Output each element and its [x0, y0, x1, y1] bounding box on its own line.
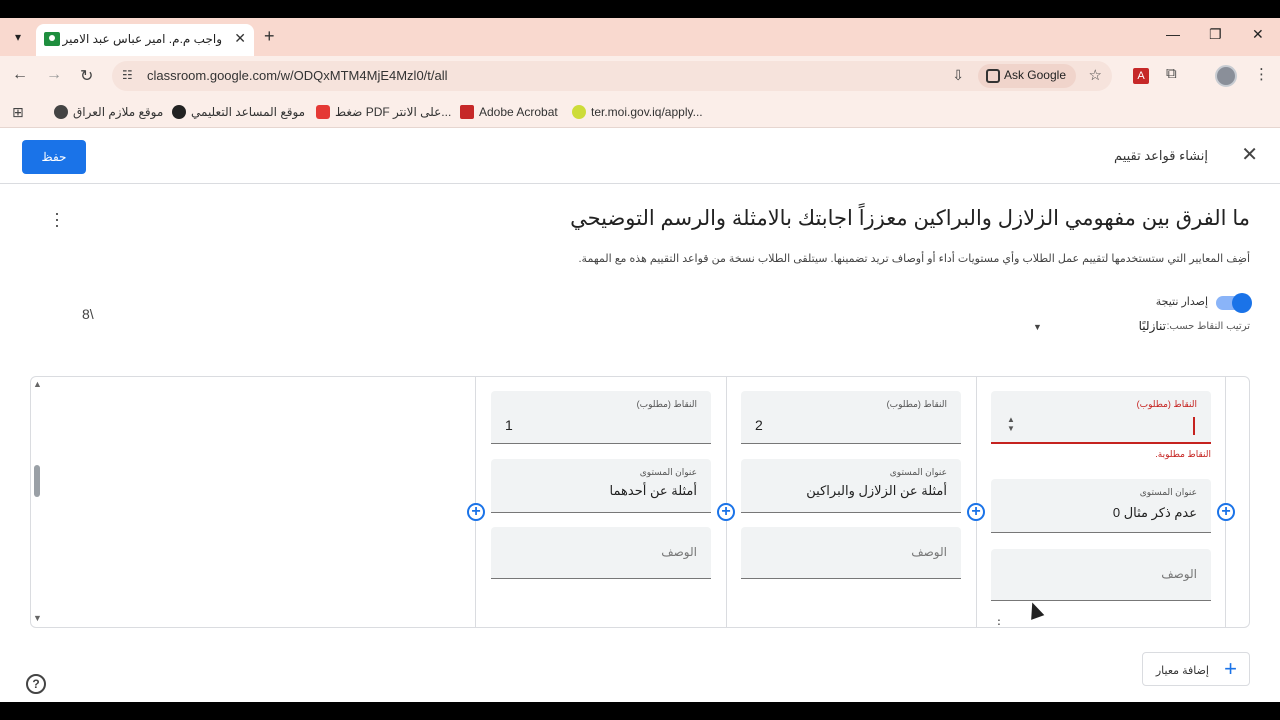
sort-select-value[interactable]: تنازليًا: [1139, 319, 1166, 333]
browser-toolbar: ← → ↻ ☷ classroom.google.com/w/ODQxMTM4M…: [0, 56, 1280, 96]
browser-menu-icon[interactable]: ⋮: [1254, 65, 1269, 83]
description-placeholder: الوصف: [661, 545, 697, 559]
profile-avatar[interactable]: [1215, 65, 1237, 87]
restore-icon[interactable]: ❐: [1209, 26, 1222, 43]
bookmark-star-icon[interactable]: ☆: [1089, 66, 1102, 84]
site-info-icon[interactable]: ☷: [122, 68, 133, 82]
url-text[interactable]: classroom.google.com/w/ODQxMTM4MjE4Mzl0/…: [147, 68, 448, 83]
points-label: النقاط (مطلوب): [886, 399, 947, 409]
points-error: النقاط مطلوبة.: [1155, 449, 1211, 459]
active-tab[interactable]: واجب م.م. امير عباس عبد الامير ✕: [36, 24, 254, 56]
column-divider: [726, 377, 727, 627]
level-title-label: عنوان المستوى: [889, 467, 947, 477]
level-title-field[interactable]: عنوان المستوى أمثلة عن الزلازل والبراكين: [741, 459, 961, 513]
rubric-header: حفظ إنشاء قواعد تقييم ✕: [0, 128, 1280, 184]
text-caret: [1193, 417, 1195, 435]
bookmark-item[interactable]: موقع ملازم العراق: [54, 105, 163, 119]
level-description-field[interactable]: الوصف: [991, 549, 1211, 601]
points-field[interactable]: النقاط (مطلوب) ▲ ▼: [991, 391, 1211, 444]
add-level-icon[interactable]: +: [967, 503, 985, 521]
address-bar[interactable]: ☷ classroom.google.com/w/ODQxMTM4MjE4Mzl…: [112, 61, 1112, 91]
level-title-value: عدم ذكر مثال 0: [1112, 505, 1197, 520]
criterion-description: أضِف المعايير التي ستستخدمها لتقييم عمل …: [578, 253, 1251, 265]
minimize-icon[interactable]: —: [1166, 26, 1180, 42]
criterion-score: 8\: [82, 306, 94, 322]
scrollbar-thumb[interactable]: [34, 465, 40, 497]
classroom-favicon-icon: [44, 32, 60, 46]
site-icon: [172, 105, 186, 119]
level-more-icon[interactable]: · ·: [995, 612, 1003, 630]
acrobat-icon: [460, 105, 474, 119]
points-label: النقاط (مطلوب): [1136, 399, 1197, 409]
dropdown-arrow-icon[interactable]: ▼: [1033, 322, 1042, 332]
help-icon[interactable]: ?: [26, 674, 46, 694]
points-field[interactable]: النقاط (مطلوب) 2: [741, 391, 961, 444]
spinner-icon[interactable]: ▲ ▼: [1007, 415, 1015, 433]
sort-label: ترتيب النقاط حسب:: [1166, 321, 1250, 332]
ask-google-label: Ask Google: [1003, 68, 1066, 82]
forward-icon[interactable]: →: [46, 66, 62, 84]
tab-close-icon[interactable]: ✕: [234, 30, 246, 47]
scroll-down-icon[interactable]: ▼: [33, 613, 42, 623]
level-title-value: أمثلة عن أحدهما: [609, 483, 697, 498]
bookmarks-bar: ⊞ موقع ملازم العراق موقع المساعد التعليم…: [0, 96, 1280, 128]
criterion-card: ▲ ▼ النقاط (مطلوب) ▲ ▼ النقاط مطلوبة. عنو…: [30, 376, 1250, 630]
column-divider: [976, 377, 977, 627]
reload-icon[interactable]: ↻: [80, 66, 93, 86]
bookmark-item[interactable]: موقع المساعد التعليمي: [172, 105, 305, 119]
column-divider: [475, 377, 476, 627]
description-placeholder: الوصف: [911, 545, 947, 559]
level-title-field[interactable]: عنوان المستوى عدم ذكر مثال 0: [991, 479, 1211, 533]
tab-strip: ▾ واجب م.م. امير عباس عبد الامير ✕ + — ❐…: [0, 18, 1280, 56]
points-value: 1: [505, 417, 513, 433]
add-criterion-button[interactable]: + إضافة معيار: [1142, 652, 1250, 686]
window-close-icon[interactable]: ✕: [1252, 26, 1264, 43]
bookmark-item[interactable]: ضغط PDF على الانتر...: [316, 105, 451, 119]
site-icon: [572, 105, 586, 119]
page-title: إنشاء قواعد تقييم: [1114, 148, 1208, 163]
column-divider: [1225, 377, 1226, 627]
ask-google-button[interactable]: Ask Google: [977, 64, 1076, 88]
close-icon[interactable]: ✕: [1241, 142, 1258, 167]
more-options-icon[interactable]: · · ·: [50, 204, 64, 234]
scoring-toggle-label: إصدار نتيجة: [1155, 296, 1208, 308]
add-criterion-label: إضافة معيار: [1155, 665, 1209, 677]
level-description-field[interactable]: الوصف: [491, 527, 711, 579]
add-level-icon[interactable]: +: [467, 503, 485, 521]
rubric-page: حفظ إنشاء قواعد تقييم ✕ · · · ما الفرق بين…: [0, 128, 1280, 702]
level-title-field[interactable]: عنوان المستوى أمثلة عن أحدهما: [491, 459, 711, 513]
add-level-icon[interactable]: +: [717, 503, 735, 521]
tab-search-icon[interactable]: ▾: [8, 27, 28, 47]
scoring-toggle[interactable]: [1216, 293, 1252, 313]
points-label: النقاط (مطلوب): [636, 399, 697, 409]
scroll-up-icon[interactable]: ▲: [33, 379, 42, 389]
heart-icon: [316, 105, 330, 119]
save-button[interactable]: حفظ: [22, 140, 86, 174]
add-level-icon[interactable]: +: [1217, 503, 1235, 521]
criterion-title[interactable]: ما الفرق بين مفهومي الزلازل والبراكين مع…: [570, 206, 1250, 231]
new-tab-icon[interactable]: +: [264, 26, 275, 47]
description-placeholder: الوصف: [1161, 567, 1197, 581]
level-description-field[interactable]: الوصف: [741, 527, 961, 579]
bookmark-item[interactable]: Adobe Acrobat: [460, 105, 558, 119]
level-title-value: أمثلة عن الزلازل والبراكين: [806, 483, 947, 498]
install-app-icon[interactable]: ⇩: [952, 67, 964, 84]
bookmark-item[interactable]: ter.moi.gov.iq/apply...: [572, 105, 703, 119]
tab-title: واجب م.م. امير عباس عبد الامير: [62, 32, 222, 46]
apps-grid-icon[interactable]: ⊞: [12, 104, 24, 121]
extensions-icon[interactable]: ⧉: [1166, 65, 1177, 82]
plus-icon: +: [1224, 656, 1237, 681]
points-value: 2: [755, 417, 763, 433]
globe-icon: [54, 105, 68, 119]
browser-window: ▾ واجب م.م. امير عباس عبد الامير ✕ + — ❐…: [0, 18, 1280, 702]
lens-icon: [985, 69, 1000, 83]
level-title-label: عنوان المستوى: [1139, 487, 1197, 497]
points-field[interactable]: النقاط (مطلوب) 1: [491, 391, 711, 444]
back-icon[interactable]: ←: [12, 66, 28, 84]
level-title-label: عنوان المستوى: [639, 467, 697, 477]
acrobat-extension-icon[interactable]: A: [1133, 68, 1149, 84]
